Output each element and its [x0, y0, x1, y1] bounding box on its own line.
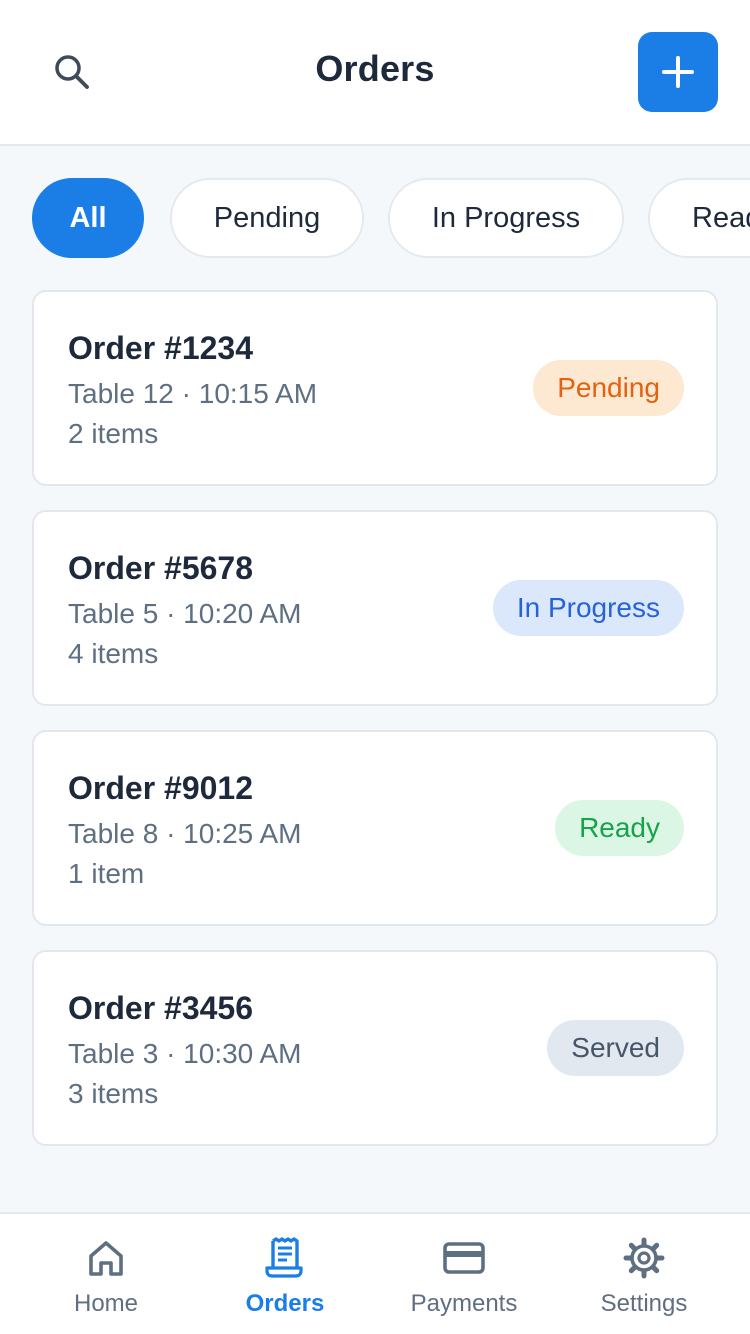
- order-card[interactable]: Order #5678 Table 5 · 10:20 AM 4 items I…: [32, 510, 718, 706]
- order-table-time: Table 8 · 10:25 AM: [68, 818, 302, 849]
- order-item-count: 1 item: [68, 858, 145, 889]
- filter-chip-pending[interactable]: Pending: [170, 178, 364, 258]
- order-card[interactable]: Order #3456 Table 3 · 10:30 AM 3 items S…: [32, 950, 718, 1146]
- order-title: Order #5678: [68, 550, 254, 586]
- filter-chip-all[interactable]: All: [32, 178, 144, 258]
- order-title: Order #9012: [68, 770, 254, 806]
- add-order-button[interactable]: [638, 32, 718, 112]
- nav-label: Payments: [410, 1290, 518, 1317]
- plus-icon: [662, 56, 694, 88]
- app-header: Orders: [0, 0, 750, 146]
- nav-label: Orders: [245, 1290, 325, 1317]
- order-item-count: 4 items: [68, 638, 159, 669]
- nav-item-payments[interactable]: Payments: [374, 1214, 554, 1334]
- filter-chip-ready[interactable]: Ready: [648, 178, 750, 258]
- order-table-time: Table 12 · 10:15 AM: [68, 378, 318, 409]
- gear-icon: [623, 1237, 665, 1279]
- status-badge: Served: [547, 1020, 684, 1076]
- status-badge: Pending: [533, 360, 684, 416]
- order-item-count: 2 items: [68, 418, 159, 449]
- order-item-count: 3 items: [68, 1078, 159, 1109]
- order-card[interactable]: Order #9012 Table 8 · 10:25 AM 1 item Re…: [32, 730, 718, 926]
- status-filter-bar: All Pending In Progress Ready: [32, 178, 750, 260]
- receipt-icon: [265, 1237, 303, 1278]
- filter-chip-in-progress[interactable]: In Progress: [388, 178, 624, 258]
- order-card[interactable]: Order #1234 Table 12 · 10:15 AM 2 items …: [32, 290, 718, 486]
- order-table-time: Table 3 · 10:30 AM: [68, 1038, 302, 1069]
- nav-item-orders[interactable]: Orders: [195, 1214, 375, 1334]
- app-root: Orders All Pending In Progress Ready Ord…: [0, 0, 750, 1334]
- nav-label: Home: [73, 1290, 139, 1317]
- nav-item-home[interactable]: Home: [16, 1214, 196, 1334]
- credit-card-icon: [443, 1242, 485, 1274]
- order-title: Order #1234: [68, 330, 254, 366]
- bottom-nav: Home Orders Payments Settings: [0, 1212, 750, 1334]
- status-badge: In Progress: [492, 580, 684, 636]
- nav-label: Settings: [600, 1290, 688, 1317]
- order-title: Order #3456: [68, 990, 254, 1026]
- order-table-time: Table 5 · 10:20 AM: [68, 598, 302, 629]
- home-icon: [89, 1241, 123, 1276]
- status-badge: Ready: [555, 800, 684, 856]
- nav-item-settings[interactable]: Settings: [554, 1214, 734, 1334]
